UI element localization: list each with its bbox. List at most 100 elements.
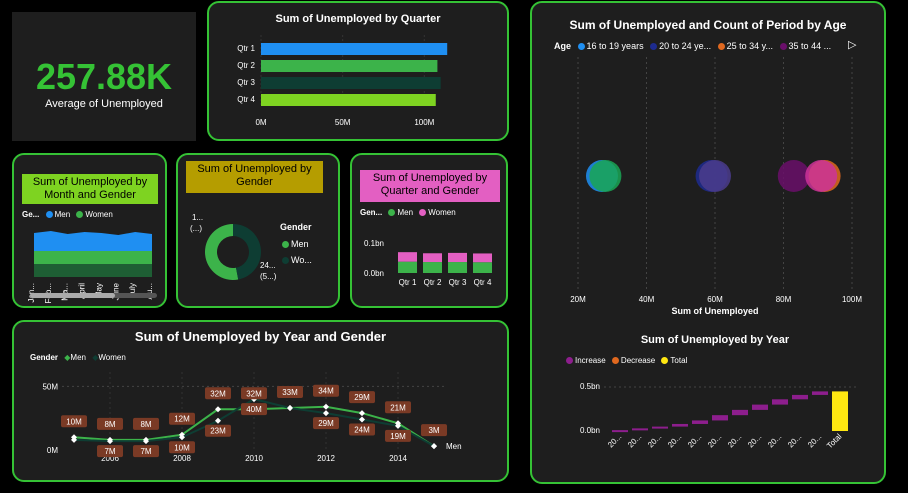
legend-men: Men xyxy=(54,210,71,219)
data-label: 10M xyxy=(66,417,82,426)
increase-bar xyxy=(752,404,768,410)
increase-bar xyxy=(652,426,668,429)
men-bar xyxy=(423,262,442,273)
qg-men-dot xyxy=(388,209,396,217)
donut-legend-title: Gender xyxy=(280,222,312,232)
year-label: 20... xyxy=(726,432,743,449)
y-tick: 50M xyxy=(42,382,58,391)
horizontal-scrollbar[interactable] xyxy=(30,293,157,298)
data-label: 34M xyxy=(318,387,334,396)
data-label: 10M xyxy=(174,443,190,452)
data-label: 32M xyxy=(246,389,262,398)
data-label: 12M xyxy=(174,415,190,424)
month-gender-panel[interactable]: Sum of Unemployed by Month and Gender Ge… xyxy=(12,153,167,308)
data-label: 19M xyxy=(390,432,406,441)
data-label: 29M xyxy=(354,393,370,402)
category-label: Qtr 2 xyxy=(237,61,255,70)
women-area xyxy=(34,251,152,264)
x-tick: 2010 xyxy=(245,454,263,463)
quarter-gender-legend: Gen... Men Women xyxy=(360,208,456,217)
increase-bar xyxy=(672,423,688,427)
men-bar xyxy=(398,261,417,273)
increase-bar xyxy=(712,415,728,421)
legend-next-icon[interactable]: ▷ xyxy=(848,38,856,51)
legend-men-dot xyxy=(45,211,53,219)
donut-legend-men: Men xyxy=(278,239,309,249)
year-waterfall-chart: 0.5bn0.0bn20... 20... 20... 20... 20... 20...… xyxy=(580,382,856,450)
women-bar xyxy=(398,252,417,262)
year-gender-panel[interactable]: Sum of Unemployed by Year and Gender Gen… xyxy=(12,320,509,482)
x-tick: 60M xyxy=(707,295,723,304)
quarter-chart-title: Sum of Unemployed by Quarter xyxy=(275,13,441,25)
series-end-label: Men xyxy=(446,442,462,451)
age-16-19-dot xyxy=(577,43,585,51)
men-dot xyxy=(282,241,289,249)
age-bubble-chart: 20M 40M 60M 80M 100M xyxy=(570,57,862,304)
category-label: Qtr 1 xyxy=(237,44,255,53)
age-bubble-panel[interactable]: Sum of Unemployed and Count of Period by… xyxy=(530,1,886,484)
quarter-label: Qtr 4 xyxy=(474,278,492,287)
scrollbar-thumb[interactable] xyxy=(30,293,115,298)
total-bar xyxy=(832,391,848,431)
data-label: 40M xyxy=(246,405,262,414)
category-label: Qtr 3 xyxy=(237,78,255,87)
data-label: 8M xyxy=(140,420,151,429)
donut-label-women-pct: (...) xyxy=(190,224,202,233)
year-label: 20... xyxy=(766,432,783,449)
year-label: 20... xyxy=(706,432,723,449)
year-label: 20... xyxy=(666,432,683,449)
increase-bar xyxy=(632,428,648,431)
year-label: 20... xyxy=(746,432,763,449)
x-tick: 2014 xyxy=(389,454,407,463)
kpi-value: 257.88K xyxy=(35,56,173,97)
bubble-legend-title: Age xyxy=(554,41,572,51)
year-label: 20... xyxy=(686,432,703,449)
legend-total: Total xyxy=(670,356,688,365)
data-label: 23M xyxy=(210,427,226,436)
quarter-bar xyxy=(261,60,438,72)
year-label: 20... xyxy=(626,432,643,449)
data-label: 33M xyxy=(282,388,298,397)
x-tick: 2012 xyxy=(317,454,335,463)
x-tick: 50M xyxy=(335,118,351,127)
quarter-gender-title: Sum of Unemployed by Quarter and Gender xyxy=(360,170,500,202)
quarter-chart-panel[interactable]: Sum of Unemployed by Quarter Qtr 1 Qtr 2 Q… xyxy=(207,1,509,141)
age-35-44-label: 35 to 44 ... xyxy=(788,41,832,51)
age-20-24-label: 20 to 24 ye... xyxy=(659,41,712,51)
gender-donut-panel[interactable]: Sum of Unemployed by Gender 1... (...) 2… xyxy=(176,153,340,308)
donut-legend-women: Wo... xyxy=(278,255,312,265)
y-tick: 0M xyxy=(47,446,58,455)
data-label: 3M xyxy=(428,426,439,435)
age-25-34-dot xyxy=(717,43,725,51)
donut-label-women: 1... xyxy=(192,213,204,222)
women-dot xyxy=(282,257,289,265)
legend-women: Women xyxy=(85,210,113,219)
x-tick: 40M xyxy=(639,295,655,304)
increase-bar xyxy=(732,409,748,416)
data-label: 32M xyxy=(210,389,226,398)
increase-bar xyxy=(812,391,828,395)
y-tick: 0.0bn xyxy=(580,426,600,435)
donut-label-men: 24... xyxy=(260,261,276,270)
gender-donut-chart xyxy=(205,224,262,280)
category-label: Qtr 4 xyxy=(237,95,255,104)
quarter-bar xyxy=(261,77,441,89)
y-tick: 0.5bn xyxy=(580,382,600,391)
increase-bar xyxy=(692,420,708,424)
increase-bar xyxy=(792,394,808,400)
age-20-24-dot xyxy=(650,43,658,51)
donut-legend-men-text: Men xyxy=(291,239,309,249)
year-gender-line-chart: 50M0M2006 2008 2010 2012 201410M 8M 8M12M32M 32… xyxy=(42,372,462,463)
increase-dot xyxy=(566,357,573,365)
age-bubble xyxy=(699,160,731,192)
quarter-bar-chart: Qtr 1 Qtr 2 Qtr 3 Qtr 4 0M 50M 100M xyxy=(237,35,448,127)
kpi-card: 257.88K Average of Unemployed xyxy=(12,12,196,141)
increase-bar xyxy=(612,430,628,433)
quarter-gender-stacked-chart: 0.1bn 0.0bn Qtr 1 Qtr 2 Qtr 3 Qtr 4 xyxy=(364,239,492,287)
yg-legend-men: Men xyxy=(70,353,86,362)
quarter-gender-panel[interactable]: Sum of Unemployed by Quarter and Gender … xyxy=(350,153,508,308)
data-marker xyxy=(287,405,293,411)
x-tick: 100M xyxy=(414,118,434,127)
year-gender-legend: Gender ◆Men ◆Women xyxy=(30,353,126,362)
year-gender-title: Sum of Unemployed by Year and Gender xyxy=(134,329,387,344)
